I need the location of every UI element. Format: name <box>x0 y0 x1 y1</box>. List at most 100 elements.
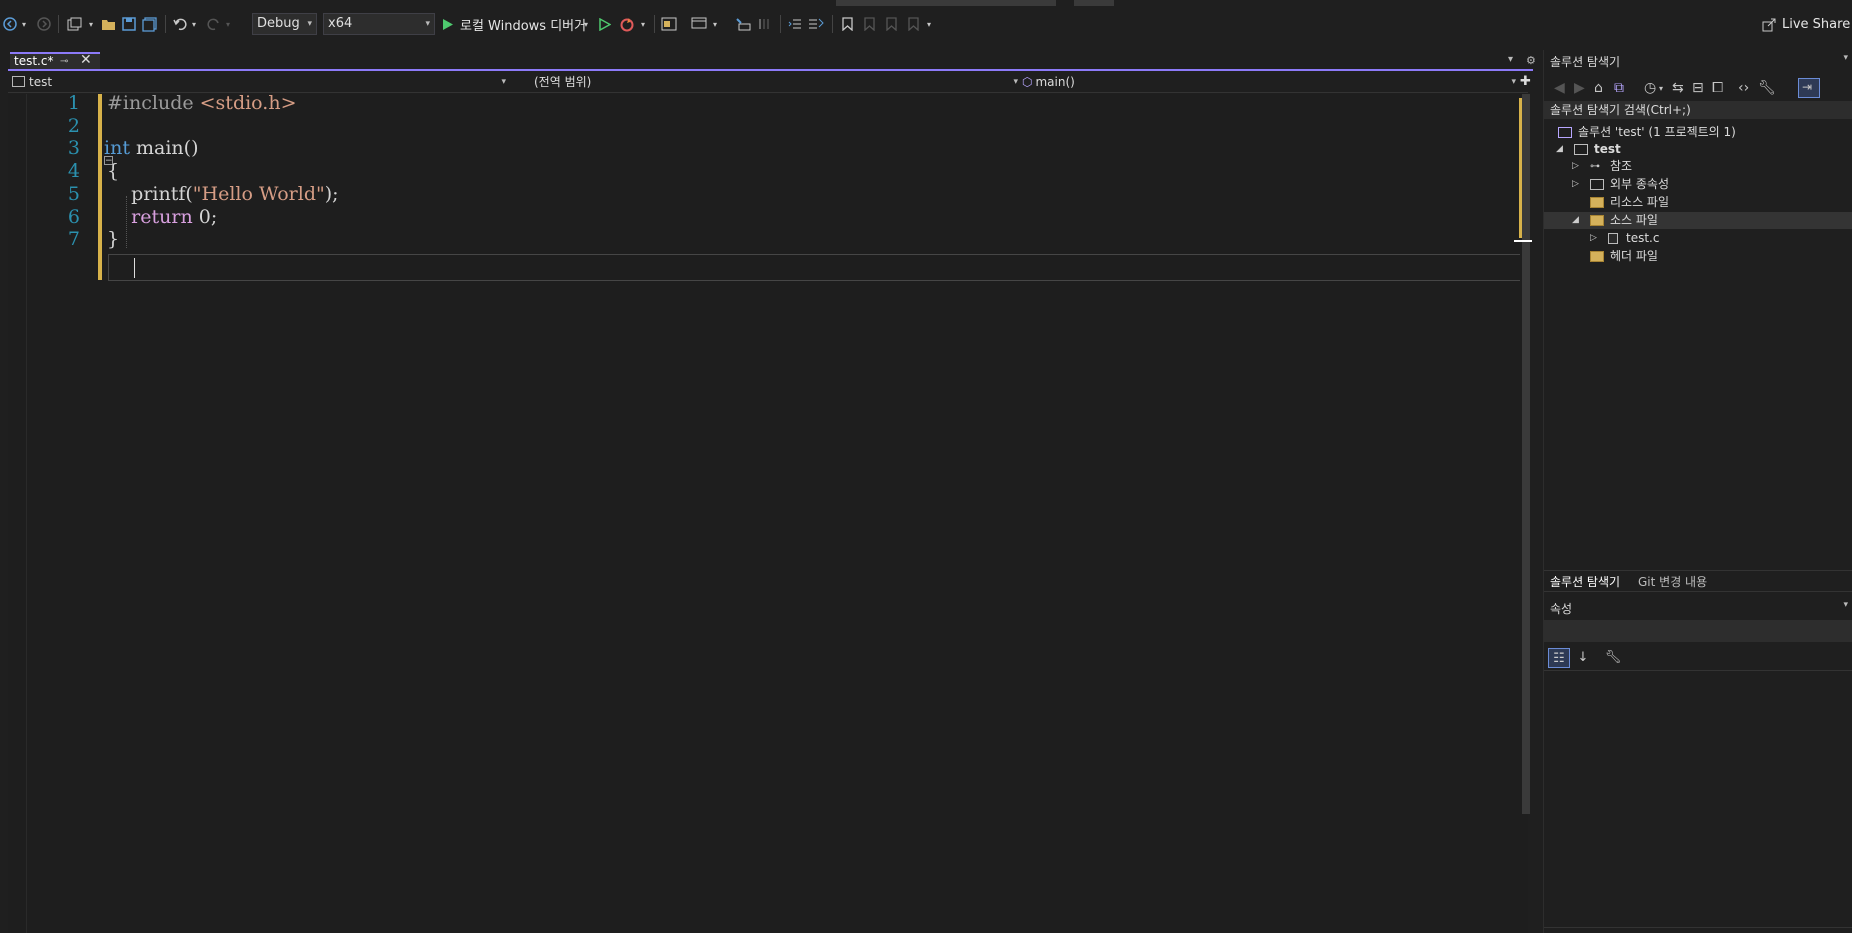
code-token: printf( <box>107 182 193 205</box>
scope-dropdown[interactable]: (전역 범위) ▾ <box>534 73 1024 91</box>
close-icon[interactable]: ✕ <box>80 53 92 68</box>
live-share-icon <box>1762 18 1776 31</box>
start-debugging-button[interactable]: 로컬 Windows 디버거 <box>460 15 586 34</box>
attach-icon[interactable] <box>734 14 752 34</box>
properties-object-selector[interactable] <box>1544 620 1852 642</box>
properties-options-icon[interactable]: ▾ <box>1843 600 1848 610</box>
code-token: main() <box>129 137 199 160</box>
member-dropdown[interactable]: ⬡ main() ▾ <box>1022 73 1522 91</box>
menu-extra-box[interactable] <box>1074 0 1114 6</box>
view-code-icon[interactable]: ‹› <box>1738 80 1749 96</box>
start-debugging-icon[interactable] <box>441 14 455 34</box>
code-token: "Hello World" <box>192 182 325 205</box>
step-icon[interactable] <box>756 14 772 34</box>
editor-gutter <box>26 94 27 933</box>
save-icon[interactable] <box>121 14 137 34</box>
alphabetical-icon[interactable]: ↓ <box>1572 648 1594 668</box>
forward-icon[interactable]: ▶ <box>1574 80 1585 96</box>
outdent-icon[interactable] <box>787 14 803 34</box>
tree-item-references[interactable]: ▷ ⊶ 참조 <box>1544 158 1852 175</box>
configuration-dropdown[interactable]: Debug ▾ <box>252 13 317 35</box>
tab-settings-gear-icon[interactable]: ⚙ <box>1526 54 1536 67</box>
platform-dropdown[interactable]: x64 ▾ <box>323 13 435 35</box>
configuration-value: Debug <box>257 16 300 31</box>
tab-test-c[interactable]: test.c* ⊸ ✕ <box>10 52 100 70</box>
properties-toolbar: ☷ ↓ 🔧︎ <box>1544 646 1852 671</box>
start-without-debugging-icon[interactable] <box>598 14 612 34</box>
tab-solution-explorer[interactable]: 솔루션 탐색기 <box>1550 573 1620 590</box>
back-dropdown-icon[interactable]: ▾ <box>19 14 29 34</box>
categorized-icon[interactable]: ☷ <box>1548 648 1570 668</box>
clear-bookmarks-icon[interactable] <box>906 14 920 34</box>
forward-icon[interactable] <box>36 14 52 34</box>
line-number: 5 <box>67 182 80 205</box>
undo-icon[interactable] <box>172 14 188 34</box>
show-all-files-icon[interactable]: ⧠ <box>1712 80 1723 96</box>
debug-target-dropdown-icon[interactable]: ▾ <box>581 14 591 34</box>
collapsed-arrow-icon[interactable]: ▷ <box>1572 158 1579 175</box>
scrollbar-thumb[interactable] <box>1522 94 1530 814</box>
home-icon[interactable]: ⌂ <box>1594 80 1603 96</box>
references-label: 참조 <box>1610 159 1633 173</box>
collapsed-arrow-icon[interactable]: ▷ <box>1590 230 1597 247</box>
editor-scrollbar[interactable] <box>1514 94 1532 814</box>
line-number: 7 <box>67 228 80 251</box>
pin-icon[interactable]: ⊸ <box>60 54 68 69</box>
redo-dropdown-icon[interactable]: ▾ <box>223 14 233 34</box>
project-dropdown[interactable]: test ▾ <box>12 73 512 91</box>
external-deps-label: 외부 종속성 <box>1610 177 1670 191</box>
code-editor[interactable]: 1234567 − #include <stdio.h> int main(){ … <box>8 92 1532 933</box>
split-editor-icon[interactable]: ✚ <box>1520 73 1532 91</box>
menu-search-box[interactable] <box>836 0 1056 6</box>
comment-icon[interactable] <box>807 14 825 34</box>
tab-list-dropdown-icon[interactable]: ▾ <box>1508 54 1513 65</box>
member-value: main() <box>1035 75 1075 89</box>
prev-bookmark-icon[interactable] <box>862 14 876 34</box>
next-bookmark-icon[interactable] <box>884 14 898 34</box>
save-all-icon[interactable] <box>141 14 159 34</box>
tree-item-test-c[interactable]: ▷ test.c <box>1544 230 1852 247</box>
tree-item-source-files[interactable]: ◢ 소스 파일 <box>1544 212 1852 229</box>
open-folder-icon[interactable] <box>100 14 118 34</box>
pending-changes-filter-icon[interactable]: ◷ <box>1644 80 1656 96</box>
new-dropdown-icon[interactable]: ▾ <box>86 14 96 34</box>
property-pages-wrench-icon[interactable]: 🔧︎ <box>1602 648 1624 668</box>
browse-icon[interactable] <box>660 14 678 34</box>
tree-item-project[interactable]: ◢ test <box>1544 141 1852 158</box>
sync-icon[interactable]: ⇆ <box>1672 80 1684 96</box>
layout-dropdown-icon[interactable]: ▾ <box>710 14 720 34</box>
solution-explorer-toolbar: ◀ ▶ ⌂ ⧉ ◷ ▾ ⇆ ⊟ ⧠ ‹› 🔧︎ ⇥ <box>1544 75 1852 101</box>
filter-dropdown-icon[interactable]: ▾ <box>1659 84 1663 93</box>
collapse-all-icon[interactable]: ⊟ <box>1692 80 1704 96</box>
tree-item-solution[interactable]: 솔루션 'test' (1 프로젝트의 1) <box>1544 124 1852 141</box>
text-cursor <box>134 258 135 278</box>
collapsed-arrow-icon[interactable]: ▷ <box>1572 176 1579 193</box>
hot-reload-icon[interactable] <box>619 14 635 34</box>
new-project-icon[interactable] <box>66 14 84 34</box>
tree-item-resource-files[interactable]: 리소스 파일 <box>1544 194 1852 211</box>
external-deps-icon <box>1590 179 1604 190</box>
window-layout-icon[interactable] <box>690 14 708 34</box>
bookmark-icon[interactable] <box>840 14 854 34</box>
switch-views-icon[interactable]: ⧉ <box>1614 80 1624 96</box>
tab-git-changes[interactable]: Git 변경 내용 <box>1638 573 1707 590</box>
redo-icon[interactable] <box>206 14 222 34</box>
solution-explorer-search-input[interactable]: 솔루션 탐색기 검색(Ctrl+;) <box>1544 101 1852 119</box>
hot-reload-dropdown-icon[interactable]: ▾ <box>638 14 648 34</box>
expanded-arrow-icon[interactable]: ◢ <box>1556 141 1563 158</box>
code-token: <stdio.h> <box>199 92 297 114</box>
expanded-arrow-icon[interactable]: ◢ <box>1572 212 1579 229</box>
project-label: test <box>1594 142 1621 156</box>
tree-item-external-deps[interactable]: ▷ 외부 종속성 <box>1544 176 1852 193</box>
scope-value: (전역 범위) <box>534 75 592 89</box>
back-icon[interactable]: ◀ <box>1554 80 1565 96</box>
solution-label: 솔루션 'test' (1 프로젝트의 1) <box>1578 125 1736 139</box>
back-icon[interactable] <box>2 14 18 34</box>
live-share-button[interactable]: Live Share <box>1762 17 1850 32</box>
toolbar-overflow-icon[interactable]: ▾ <box>924 14 934 34</box>
line-number: 3 <box>67 137 80 160</box>
undo-dropdown-icon[interactable]: ▾ <box>189 14 199 34</box>
panel-options-icon[interactable]: ▾ <box>1843 53 1848 63</box>
tree-item-header-files[interactable]: 헤더 파일 <box>1544 248 1852 265</box>
properties-wrench-icon[interactable]: 🔧︎ <box>1758 80 1776 96</box>
